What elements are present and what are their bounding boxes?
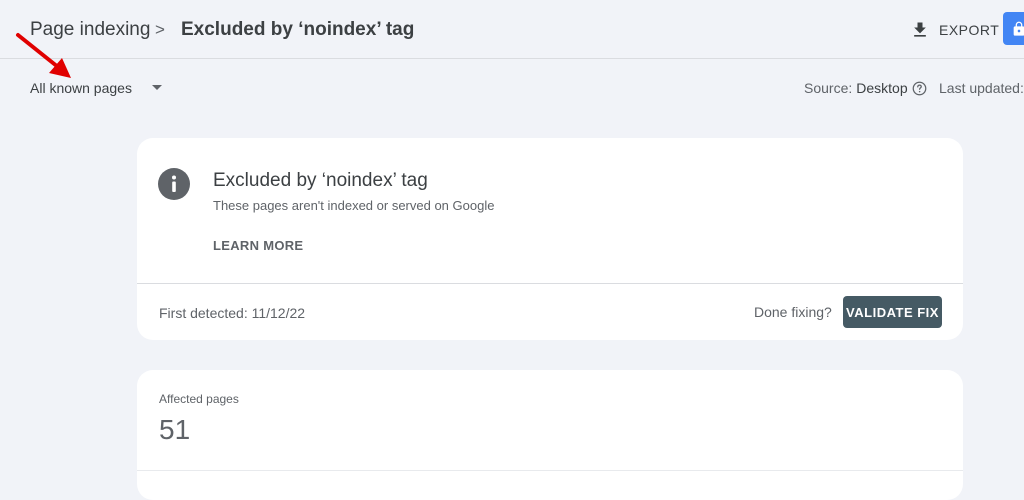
dropdown-arrow-icon	[151, 85, 162, 90]
share-button[interactable]	[1003, 12, 1024, 45]
red-arrow-pointer	[16, 33, 71, 78]
issue-title: Excluded by ‘noindex’ tag	[213, 170, 428, 191]
affected-pages-card: Affected pages 51	[137, 370, 963, 500]
issue-description: These pages aren't indexed or served on …	[213, 198, 495, 213]
card-divider	[137, 470, 963, 471]
source-value: Desktop	[856, 80, 908, 96]
lock-icon	[1013, 21, 1024, 36]
validate-fix-button[interactable]: VALIDATE FIX	[843, 296, 942, 328]
page-title: Excluded by ‘noindex’ tag	[181, 19, 415, 40]
card-divider	[137, 283, 963, 284]
top-bar: Page indexing > Excluded by ‘noindex’ ta…	[0, 0, 1024, 59]
first-detected-date: First detected: 11/12/22	[159, 305, 306, 321]
pages-filter-dropdown[interactable]: All known pages	[30, 80, 162, 96]
affected-pages-count: 51	[159, 414, 191, 445]
export-button[interactable]: EXPORT	[910, 17, 999, 43]
download-icon	[914, 22, 926, 37]
issue-details-card: Excluded by ‘noindex’ tag These pages ar…	[137, 138, 963, 340]
learn-more-link[interactable]: LEARN MORE	[213, 238, 303, 253]
done-fixing-label: Done fixing?	[754, 304, 832, 320]
help-icon[interactable]	[912, 81, 927, 96]
filter-selected-value: All known pages	[30, 80, 132, 96]
last-updated-label: Last updated:	[939, 80, 1024, 96]
info-icon	[158, 168, 190, 200]
source-indicator: Source: Desktop	[804, 80, 927, 96]
breadcrumb-separator: >	[155, 20, 165, 39]
affected-pages-label: Affected pages	[159, 392, 239, 406]
export-label: EXPORT	[939, 22, 1000, 38]
source-label: Source:	[804, 80, 853, 96]
